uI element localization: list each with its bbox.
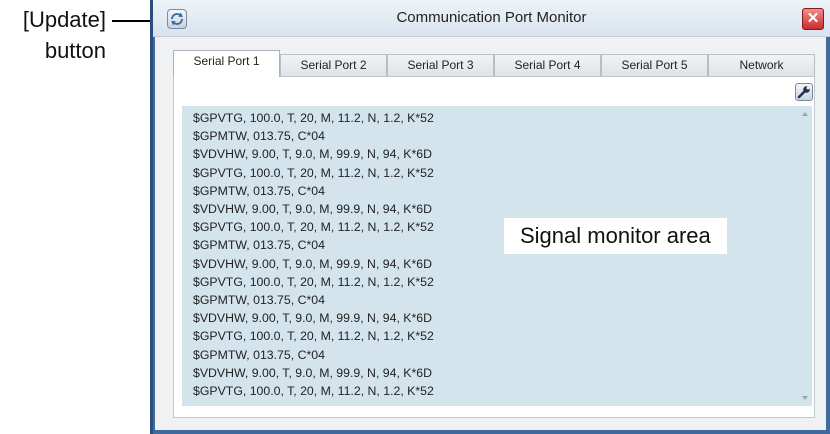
tab-panel: $GPVTG, 100.0, T, 20, M, 11.2, N, 1.2, K… — [173, 76, 815, 418]
monitor-line: $GPMTW, 013.75, C*04 — [193, 129, 325, 144]
monitor-line: $GPMTW, 013.75, C*04 — [193, 293, 325, 308]
close-icon: ✕ — [806, 10, 820, 27]
monitor-line: $GPMTW, 013.75, C*04 — [193, 183, 325, 198]
monitor-line: $VDVHW, 9.00, T, 9.0, M, 99.9, N, 94, K*… — [193, 147, 432, 162]
monitor-line: $VDVHW, 9.00, T, 9.0, M, 99.9, N, 94, K*… — [193, 256, 432, 271]
signal-monitor-area[interactable]: $GPVTG, 100.0, T, 20, M, 11.2, N, 1.2, K… — [182, 106, 812, 406]
close-button[interactable]: ✕ — [802, 8, 824, 30]
port-tabs: Serial Port 1 Serial Port 2 Serial Port … — [173, 50, 815, 77]
wrench-icon — [797, 86, 810, 99]
signal-monitor-area-label: Signal monitor area — [504, 218, 727, 254]
tab-serial-port-1[interactable]: Serial Port 1 — [173, 50, 280, 77]
monitor-line: $GPVTG, 100.0, T, 20, M, 11.2, N, 1.2, K… — [193, 111, 434, 125]
monitor-line: $VDVHW, 9.00, T, 9.0, M, 99.9, N, 94, K*… — [193, 202, 432, 217]
monitor-line: $GPVTG, 100.0, T, 20, M, 11.2, N, 1.2, K… — [193, 274, 434, 289]
update-callout-label-line1: [Update] — [22, 7, 106, 32]
scroll-up-arrow[interactable] — [802, 112, 808, 116]
monitor-line: $GPMTW, 013.75, C*04 — [193, 347, 325, 362]
monitor-line: $VDVHW, 9.00, T, 9.0, M, 99.9, N, 94, K*… — [193, 365, 432, 380]
monitor-line: $GPVTG, 100.0, T, 20, M, 11.2, N, 1.2, K… — [193, 165, 434, 180]
monitor-line: $VDVHW, 9.00, T, 9.0, M, 99.9, N, 94, K*… — [193, 311, 432, 326]
window-client-area: Serial Port 1 Serial Port 2 Serial Port … — [155, 37, 826, 430]
tab-network[interactable]: Network — [708, 54, 815, 76]
monitor-log: $GPVTG, 100.0, T, 20, M, 11.2, N, 1.2, K… — [193, 109, 434, 400]
monitor-line: $GPVTG, 100.0, T, 20, M, 11.2, N, 1.2, K… — [193, 384, 434, 399]
title-bar: Communication Port Monitor ✕ — [153, 0, 830, 37]
monitor-line: $GPVTG, 100.0, T, 20, M, 11.2, N, 1.2, K… — [193, 329, 434, 344]
tab-serial-port-3[interactable]: Serial Port 3 — [387, 54, 494, 76]
window-title: Communication Port Monitor — [396, 9, 587, 26]
tab-serial-port-4[interactable]: Serial Port 4 — [494, 54, 601, 76]
tab-serial-port-2[interactable]: Serial Port 2 — [280, 54, 387, 76]
update-callout-label-line2: button — [44, 38, 106, 63]
monitor-line: $GPVTG, 100.0, T, 20, M, 11.2, N, 1.2, K… — [193, 220, 434, 235]
monitor-line: $GPMTW, 013.75, C*04 — [193, 238, 325, 253]
tab-serial-port-5[interactable]: Serial Port 5 — [601, 54, 708, 76]
settings-button[interactable] — [795, 83, 813, 101]
scroll-down-arrow[interactable] — [802, 396, 808, 400]
communication-port-monitor-window: Communication Port Monitor ✕ Serial Port… — [150, 0, 830, 434]
